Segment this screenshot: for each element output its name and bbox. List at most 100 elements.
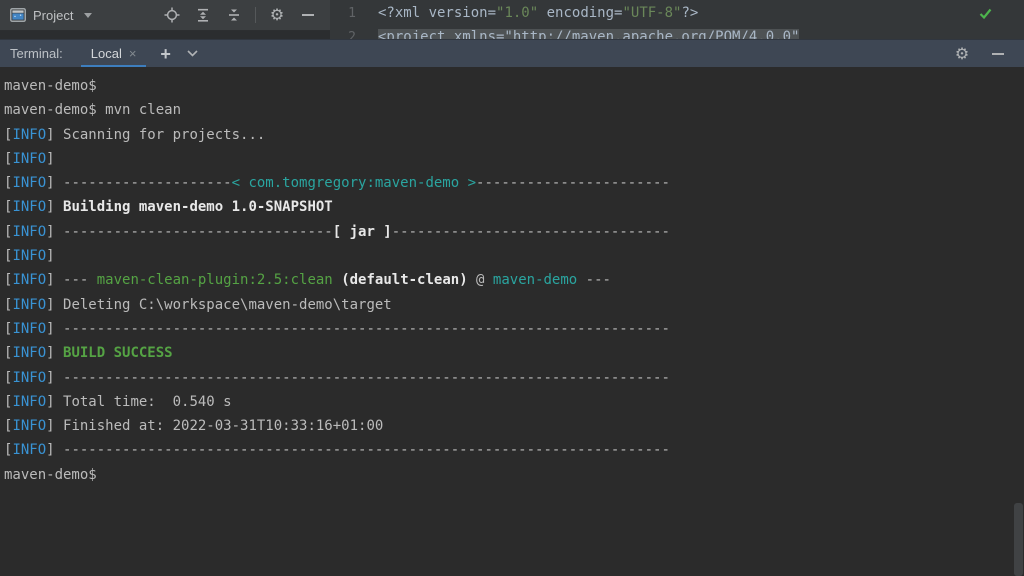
text-segment: Building maven-demo 1.0-SNAPSHOT — [63, 199, 333, 215]
terminal-hide-icon[interactable] — [988, 44, 1008, 64]
text-segment: maven-demo$ — [4, 467, 97, 483]
text-segment: <project xmlns="http://maven.apache.org/… — [378, 29, 799, 39]
text-segment: INFO — [12, 418, 46, 434]
editor-line-2: 2 <project xmlns="http://maven.apache.or… — [330, 26, 1024, 39]
collapse-all-icon[interactable] — [224, 5, 244, 25]
editor-line-1: 1 <?xml version="1.0" encoding="UTF-8"?> — [330, 2, 1024, 24]
terminal-line: [INFO] BUILD SUCCESS — [4, 341, 1024, 365]
text-segment: ] --------------------------------------… — [46, 370, 670, 386]
text-segment: ] Total time: 0.540 s — [46, 394, 231, 410]
terminal-tab-local[interactable]: Local × — [81, 40, 147, 68]
toolbar-divider — [255, 7, 256, 23]
chevron-down-icon — [84, 13, 92, 18]
gear-glyph: ⚙ — [270, 7, 284, 23]
terminal-header-actions: ⚙ — [952, 44, 1014, 64]
text-segment: "1.0" — [496, 5, 538, 21]
text-segment: ] — [46, 345, 63, 361]
text-segment: ] --------------------------------------… — [46, 321, 670, 337]
text-segment: INFO — [12, 297, 46, 313]
new-terminal-session-icon[interactable]: + — [160, 45, 171, 63]
text-segment: ] — [46, 199, 63, 215]
project-toolbar-actions: ⚙ — [162, 5, 330, 25]
text-segment: (default-clean) — [341, 272, 467, 288]
text-segment: ?> — [681, 5, 698, 21]
hide-panel-icon[interactable] — [298, 5, 318, 25]
settings-gear-icon[interactable]: ⚙ — [267, 5, 287, 25]
text-segment: ] Scanning for projects... — [46, 127, 265, 143]
text-segment: INFO — [12, 370, 46, 386]
terminal-line: [INFO] — [4, 147, 1024, 171]
minus-glyph — [302, 14, 314, 16]
terminal-line: [INFO] Total time: 0.540 s — [4, 390, 1024, 414]
text-segment: INFO — [12, 199, 46, 215]
text-segment: INFO — [12, 272, 46, 288]
text-segment: @ — [468, 272, 493, 288]
inspections-ok-icon[interactable] — [979, 7, 992, 20]
text-segment: ] — [46, 248, 54, 264]
expand-all-icon[interactable] — [193, 5, 213, 25]
terminal-header: Terminal: Local × + ⚙ — [0, 39, 1024, 67]
text-segment: ] -------------------- — [46, 175, 231, 191]
text-segment: INFO — [12, 224, 46, 240]
text-segment: INFO — [12, 248, 46, 264]
terminal-tab-label: Local — [91, 46, 122, 61]
text-segment: "UTF-8" — [622, 5, 681, 21]
text-segment: maven-demo$ — [4, 78, 97, 94]
terminal-settings-gear-icon[interactable]: ⚙ — [952, 44, 972, 64]
terminal-line: [INFO] Finished at: 2022-03-31T10:33:16+… — [4, 414, 1024, 438]
terminal-line: [INFO] — [4, 244, 1024, 268]
terminal-label: Terminal: — [10, 46, 63, 61]
text-segment: maven-demo$ mvn clean — [4, 102, 181, 118]
terminal-output[interactable]: maven-demo$ maven-demo$ mvn clean [INFO] S… — [0, 67, 1024, 576]
close-tab-icon[interactable]: × — [129, 46, 137, 61]
project-panel-edge — [0, 31, 330, 39]
terminal-line: maven-demo$ mvn clean — [4, 98, 1024, 122]
editor-pane[interactable]: 1 <?xml version="1.0" encoding="UTF-8"?>… — [330, 0, 1024, 39]
terminal-line: [INFO] ---------------------------------… — [4, 366, 1024, 390]
code-line-2: <project xmlns="http://maven.apache.org/… — [378, 29, 799, 39]
terminal-line: [INFO] Building maven-demo 1.0-SNAPSHOT — [4, 195, 1024, 219]
line-number: 1 — [330, 6, 356, 21]
text-segment: maven-clean-plugin:2.5:clean — [97, 272, 333, 288]
terminal-scrollbar-thumb[interactable] — [1014, 503, 1023, 576]
minus-glyph — [992, 53, 1004, 55]
terminal-line: maven-demo$ — [4, 463, 1024, 487]
text-segment: ----------------------- — [476, 175, 670, 191]
text-segment: ] Finished at: 2022-03-31T10:33:16+01:00 — [46, 418, 383, 434]
text-segment: INFO — [12, 394, 46, 410]
text-segment: INFO — [12, 127, 46, 143]
text-segment: ] Deleting C:\workspace\maven-demo\targe… — [46, 297, 392, 313]
project-window-icon — [10, 8, 26, 22]
project-selector[interactable]: Project — [0, 8, 92, 23]
project-toolwindow-header: Project — [0, 0, 330, 31]
text-segment: ] --- — [46, 272, 97, 288]
text-segment: maven-demo — [493, 272, 577, 288]
terminal-line: [INFO] Scanning for projects... — [4, 123, 1024, 147]
text-segment — [333, 272, 341, 288]
text-segment: --------------------------------- — [392, 224, 670, 240]
text-segment: encoding= — [538, 5, 622, 21]
chevron-down-icon[interactable] — [187, 50, 198, 57]
text-segment: ] --------------------------------------… — [46, 442, 670, 458]
terminal-line: [INFO] ---------------------------------… — [4, 317, 1024, 341]
text-segment: INFO — [12, 345, 46, 361]
project-title: Project — [33, 8, 73, 23]
text-segment: INFO — [12, 442, 46, 458]
text-segment: BUILD SUCCESS — [63, 345, 173, 361]
terminal-line: [INFO] --------------------< com.tomgreg… — [4, 171, 1024, 195]
code-line-1: <?xml version="1.0" encoding="UTF-8"?> — [378, 5, 698, 21]
locate-file-icon[interactable] — [162, 5, 182, 25]
text-segment: ] — [46, 151, 54, 167]
text-segment: <?xml version= — [378, 5, 496, 21]
ide-window: Project — [0, 0, 1024, 576]
text-segment: --- — [577, 272, 611, 288]
text-segment: [ jar ] — [333, 224, 392, 240]
terminal-line: [INFO] --- maven-clean-plugin:2.5:clean … — [4, 268, 1024, 292]
text-segment: INFO — [12, 321, 46, 337]
terminal-line: [INFO] Deleting C:\workspace\maven-demo\… — [4, 293, 1024, 317]
text-segment: INFO — [12, 175, 46, 191]
terminal-line: [INFO] ---------------------------------… — [4, 438, 1024, 462]
terminal-line: maven-demo$ — [4, 74, 1024, 98]
line-number: 2 — [330, 30, 356, 40]
terminal-line: [INFO] --------------------------------[… — [4, 220, 1024, 244]
